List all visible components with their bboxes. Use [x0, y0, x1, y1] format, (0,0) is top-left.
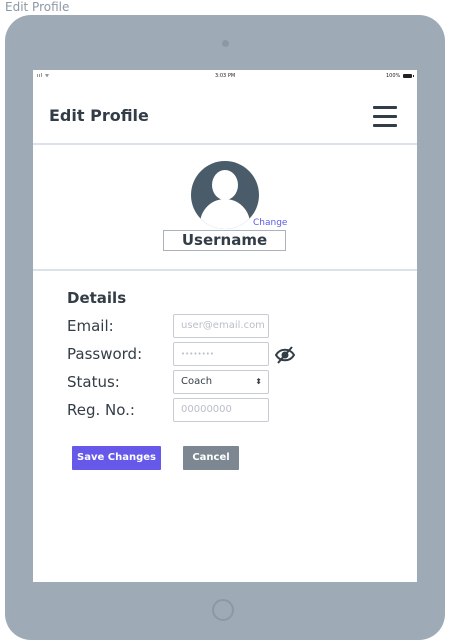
- header-divider: [33, 143, 417, 145]
- hamburger-menu-icon[interactable]: [373, 106, 397, 127]
- reg-no-field[interactable]: 00000000: [173, 398, 269, 422]
- signal-icon: ııl ᯤ: [37, 73, 50, 79]
- home-button: [212, 599, 234, 621]
- frame-label: Edit Profile: [5, 0, 70, 14]
- status-select-value: Coach: [181, 376, 213, 387]
- eye-slash-icon[interactable]: [274, 344, 296, 366]
- username-field[interactable]: Username: [163, 230, 286, 251]
- app-screen: ııl ᯤ 3:03 PM 100% Edit Profile Change U…: [33, 70, 417, 582]
- select-arrows-icon: ⬍: [255, 377, 262, 386]
- password-field[interactable]: ••••••••: [173, 342, 269, 366]
- reg-no-label: Reg. No.:: [67, 401, 135, 419]
- tablet-device: ııl ᯤ 3:03 PM 100% Edit Profile Change U…: [5, 15, 445, 640]
- cancel-button[interactable]: Cancel: [183, 446, 239, 470]
- change-avatar-link[interactable]: Change: [253, 218, 287, 229]
- page-title: Edit Profile: [49, 106, 149, 125]
- save-changes-button[interactable]: Save Changes: [72, 446, 161, 470]
- user-avatar-icon[interactable]: [191, 161, 259, 229]
- password-label: Password:: [67, 345, 143, 363]
- email-label: Email:: [67, 317, 114, 335]
- battery-percent: 100%: [386, 73, 401, 79]
- camera-dot: [222, 40, 229, 47]
- battery-icon: [403, 74, 414, 78]
- status-select[interactable]: Coach ⬍: [173, 370, 269, 394]
- status-time: 3:03 PM: [215, 73, 236, 79]
- section-divider: [33, 269, 417, 271]
- status-label: Status:: [67, 373, 120, 391]
- email-field[interactable]: user@email.com: [173, 314, 269, 338]
- details-heading: Details: [67, 289, 127, 307]
- status-bar: ııl ᯤ 3:03 PM 100%: [33, 70, 417, 82]
